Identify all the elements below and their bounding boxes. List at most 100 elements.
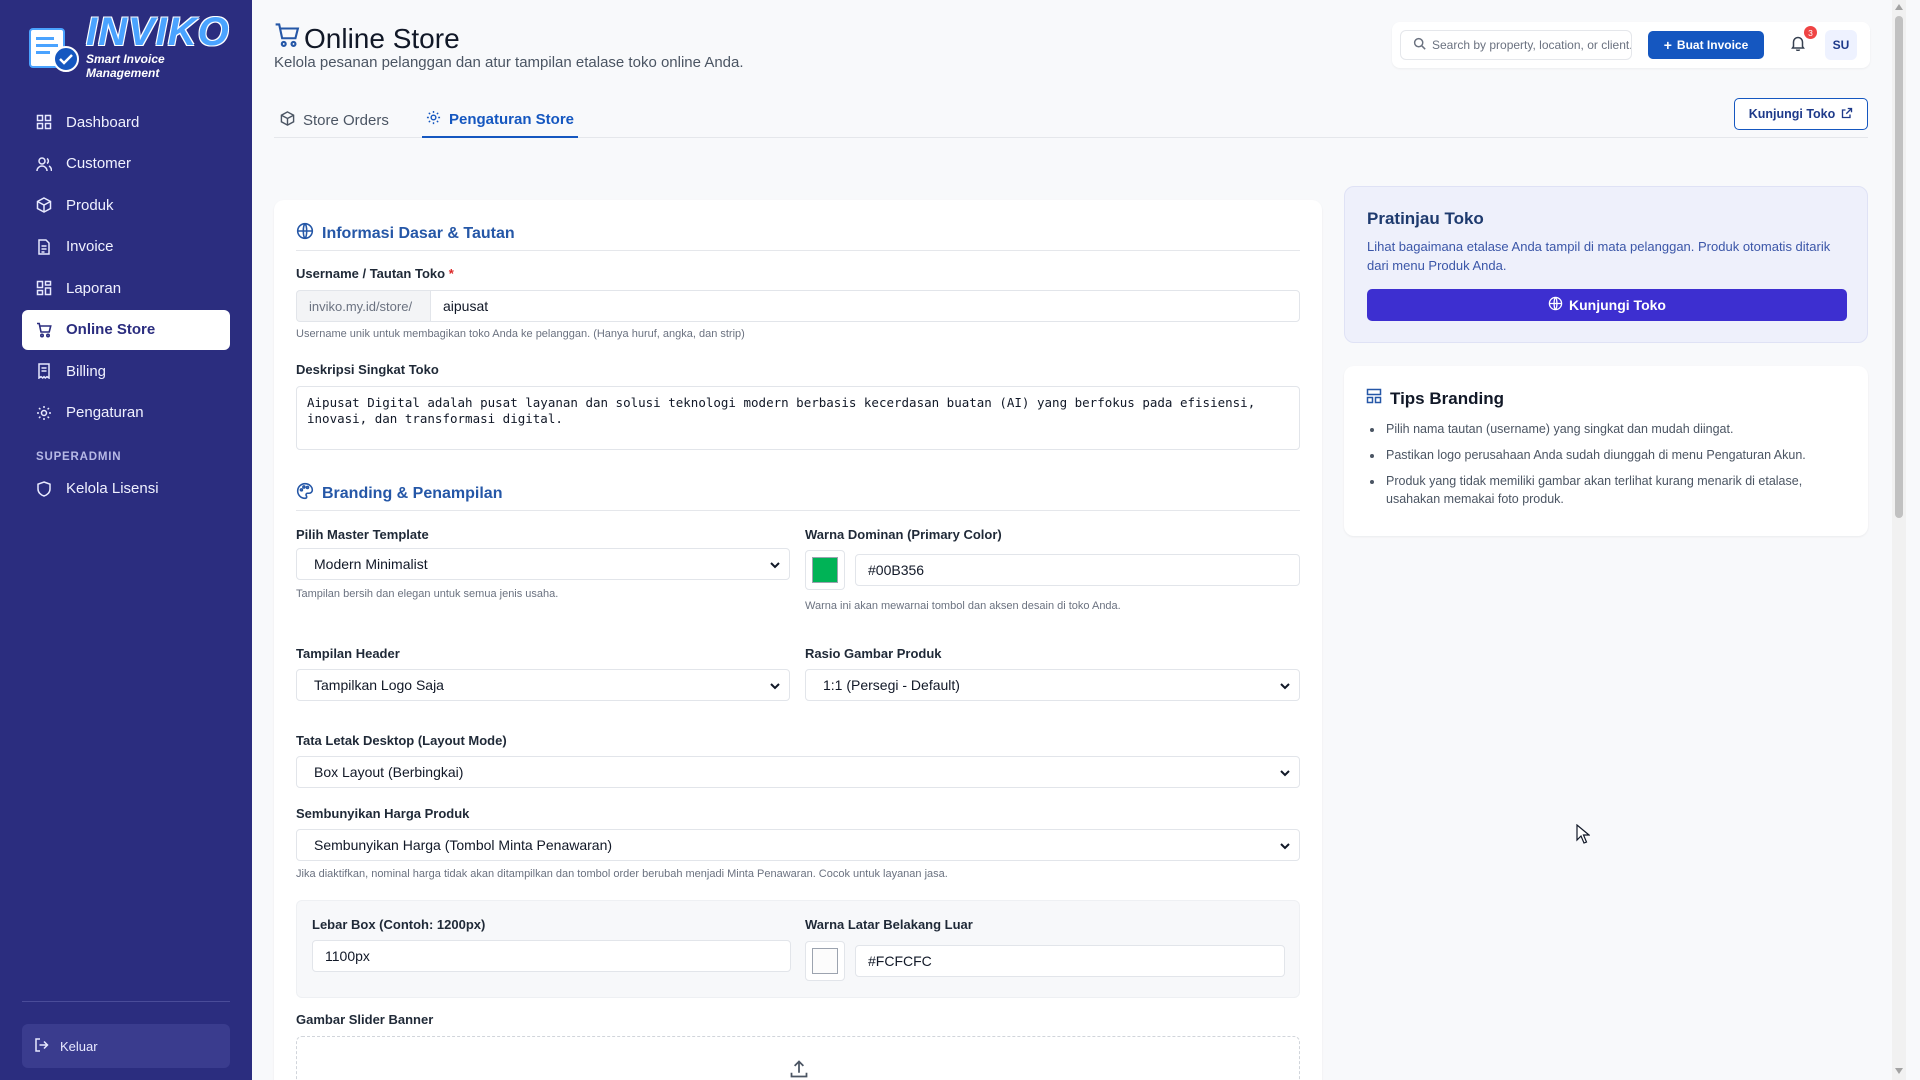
sidebar-item-pengaturan[interactable]: Pengaturan [22,393,230,433]
section-divider [296,250,1300,251]
sidebar: INVIKO Smart Invoice Management Dashboar… [0,0,252,1080]
gear-icon [36,405,52,421]
cart-icon [36,322,52,338]
sidebar-item-label: Invoice [66,238,114,255]
store-settings-form: Informasi Dasar & Tautan Username / Taut… [274,200,1322,1080]
app-logo[interactable]: INVIKO Smart Invoice Management [24,12,232,80]
description-label: Deskripsi Singkat Toko [296,362,439,377]
tab-label: Store Orders [303,111,389,129]
search-placeholder: Search by property, location, or client.… [1432,38,1632,52]
sidebar-item-billing[interactable]: Billing [22,351,230,391]
page-subtitle: Kelola pesanan pelanggan dan atur tampil… [274,54,744,71]
search-icon [1413,37,1426,53]
logout-button[interactable]: Keluar [22,1024,230,1068]
logo-subtitle: Smart Invoice Management [86,52,165,80]
gear-icon [426,110,441,129]
primary-color-input[interactable]: #00B356 [855,554,1300,586]
preview-title: Pratinjau Toko [1367,209,1484,228]
username-input[interactable]: aipusat [430,290,1300,322]
sidebar-item-online-store[interactable]: Online Store [22,309,230,350]
outer-bg-color-picker[interactable] [805,941,845,981]
tab-pengaturan-store[interactable]: Pengaturan Store [422,102,579,138]
template-hint: Tampilan bersih dan elegan untuk semua j… [296,588,559,600]
sidebar-item-label: Kelola Lisensi [66,480,159,497]
mouse-cursor-icon [1576,823,1591,849]
template-select[interactable]: Modern Minimalist [296,548,790,580]
sidebar-item-label: Produk [66,196,114,214]
layout-icon [1366,388,1382,409]
chevron-down-icon [1279,766,1291,782]
outer-bg-swatch [812,948,838,974]
logo-title: INVIKO [86,10,230,54]
chevron-down-icon [769,679,781,695]
ratio-select[interactable]: 1:1 (Persegi - Default) [805,669,1300,701]
description-textarea[interactable]: Aipusat Digital adalah pusat layanan dan… [296,386,1300,450]
document-icon [36,238,52,255]
sidebar-item-kelola-lisensi[interactable]: Kelola Lisensi [22,469,230,509]
scroll-down-arrow-icon[interactable] [1895,1068,1903,1074]
tab-store-orders[interactable]: Store Orders [276,102,393,138]
visit-store-button[interactable]: Kunjungi Toko [1734,98,1868,130]
box-width-input[interactable]: 1100px [312,940,791,972]
sidebar-item-invoice[interactable]: Invoice [22,227,230,267]
primary-color-hint: Warna ini akan mewarnai tombol dan aksen… [805,600,1121,612]
page-title-text: Online Store [304,22,460,54]
tips-title: Tips Branding [1366,388,1504,409]
sidebar-item-dashboard[interactable]: Dashboard [22,102,230,142]
sidebar-item-label: Dashboard [66,113,140,131]
sidebar-item-label: Online Store [66,321,156,338]
layout-label: Tata Letak Desktop (Layout Mode) [296,733,507,748]
primary-color-label: Warna Dominan (Primary Color) [805,527,1002,542]
tab-label: Pengaturan Store [449,110,575,128]
receipt-icon [36,363,52,379]
sidebar-nav: Dashboard Customer Produk Invoice Lapora… [22,102,230,510]
scrollbar-thumb[interactable] [1895,16,1903,518]
create-invoice-label: Buat Invoice [1676,38,1749,52]
outer-bg-label: Warna Latar Belakang Luar [805,917,973,932]
sidebar-item-label: Billing [66,362,107,380]
preview-visit-store-button[interactable]: Kunjungi Toko [1367,289,1847,321]
sidebar-item-label: Customer [66,155,132,172]
store-preview-card: Pratinjau Toko Lihat bagaimana etalase A… [1344,186,1868,343]
preview-text: Lihat bagaimana etalase Anda tampil di m… [1367,239,1831,273]
logo-mark-icon [24,19,82,75]
box-width-label: Lebar Box (Contoh: 1200px) [312,917,486,932]
layout-select[interactable]: Box Layout (Berbingkai) [296,756,1300,788]
visit-store-label: Kunjungi Toko [1748,107,1836,121]
cart-icon [274,22,300,55]
scroll-up-arrow-icon[interactable] [1895,4,1903,10]
required-marker: * [448,266,454,281]
hide-price-select[interactable]: Sembunyikan Harga (Tombol Minta Penawara… [296,829,1300,861]
ratio-label: Rasio Gambar Produk [805,646,942,661]
users-icon [36,156,52,172]
chevron-down-icon [769,558,781,574]
banner-upload-dropzone[interactable] [296,1036,1300,1080]
create-invoice-button[interactable]: + Buat Invoice [1648,31,1764,59]
outer-bg-input[interactable]: #FCFCFC [855,945,1285,977]
logout-label: Keluar [60,1038,98,1054]
chevron-down-icon [1279,679,1291,695]
primary-color-picker[interactable] [805,550,845,590]
globe-icon [1548,296,1563,314]
primary-color-swatch [812,557,838,583]
template-label: Pilih Master Template [296,527,429,542]
tip-item: Pilih nama tautan (username) yang singka… [1384,420,1844,438]
sidebar-divider [22,1001,230,1002]
sidebar-item-customer[interactable]: Customer [22,144,230,184]
sidebar-item-produk[interactable]: Produk [22,185,230,225]
sidebar-item-laporan[interactable]: Laporan [22,268,230,308]
page-scrollbar[interactable] [1892,0,1906,1080]
search-input[interactable]: Search by property, location, or client.… [1400,30,1632,60]
notification-badge: 3 [1804,26,1817,39]
plus-icon: + [1663,37,1672,53]
upload-icon [789,1059,809,1080]
globe-icon [296,222,314,245]
header-label: Tampilan Header [296,646,400,661]
tab-bar: Store Orders Pengaturan Store [274,102,1868,138]
box-layout-options: Lebar Box (Contoh: 1200px) 1100px Warna … [296,900,1300,998]
header-select[interactable]: Tampilkan Logo Saja [296,669,790,701]
grid-icon [36,280,52,296]
section-divider [296,510,1300,511]
avatar[interactable]: SU [1825,30,1857,60]
hide-price-hint: Jika diaktifkan, nominal harga tidak aka… [296,868,948,880]
